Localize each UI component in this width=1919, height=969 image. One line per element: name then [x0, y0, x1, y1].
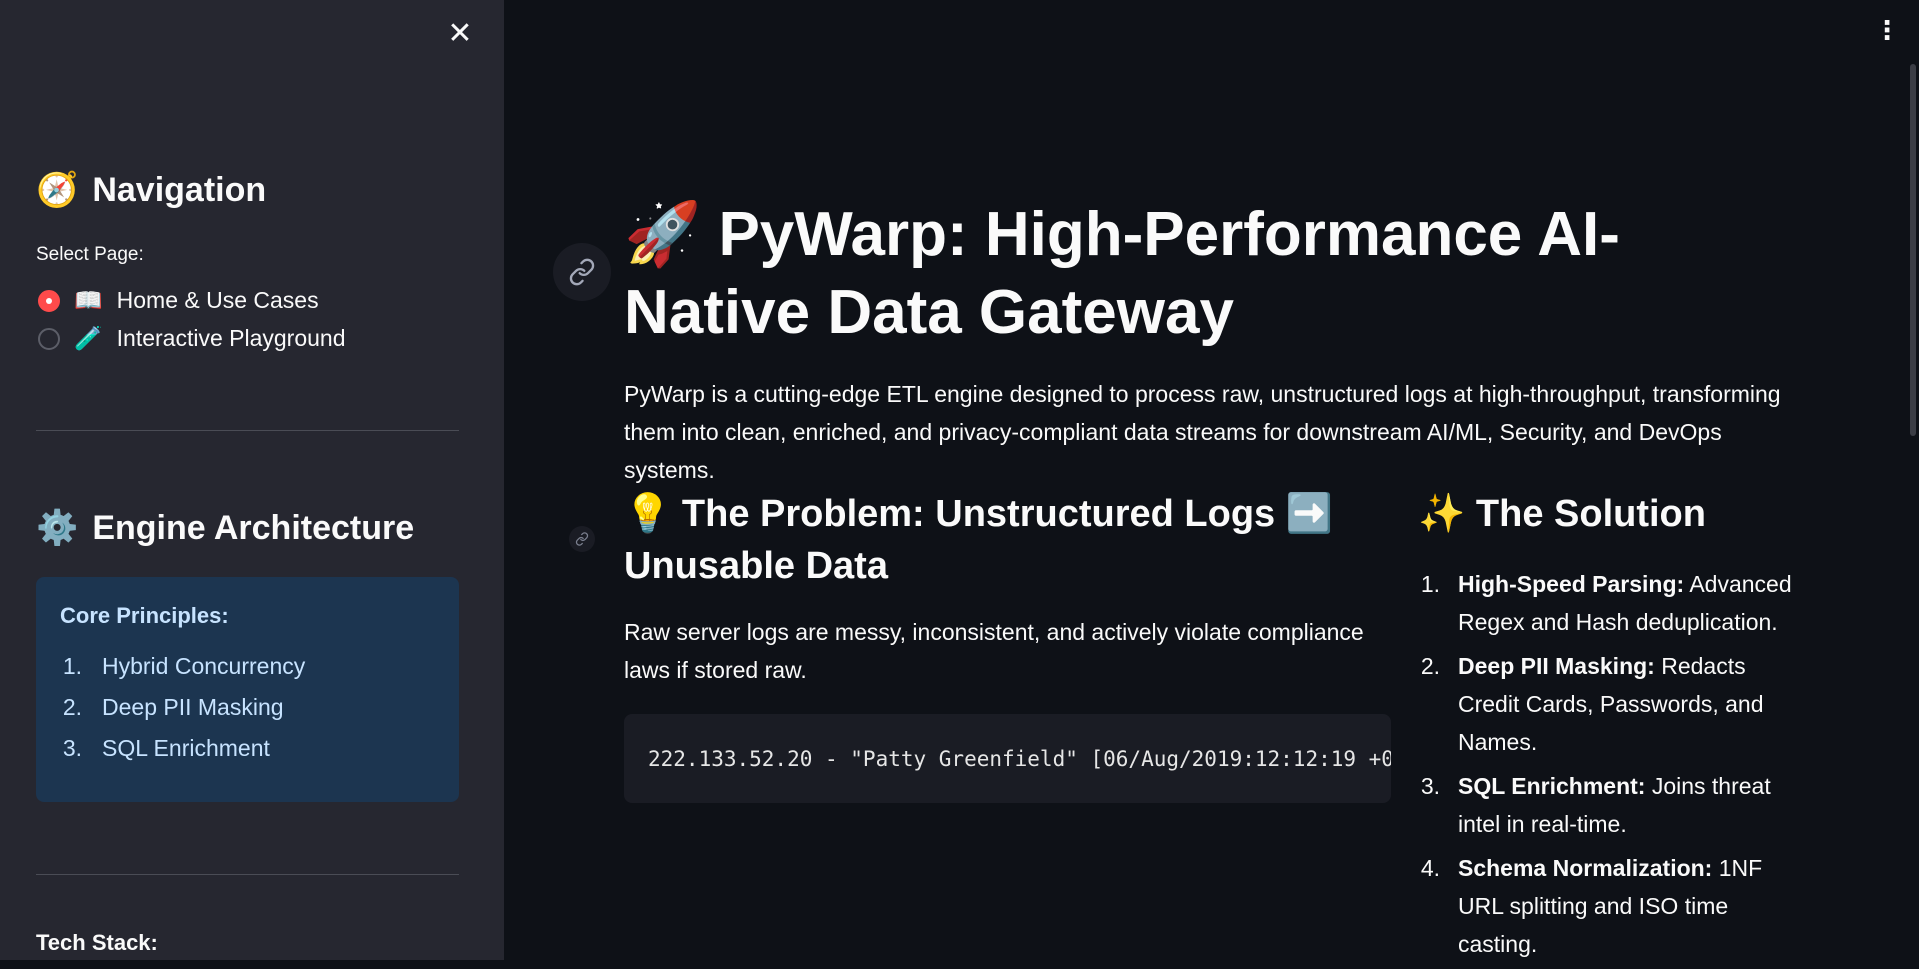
compass-icon: 🧭 — [36, 171, 79, 209]
radio-unselected-icon[interactable] — [38, 327, 60, 350]
list-number: 3. — [62, 735, 82, 761]
list-number: 2. — [1420, 653, 1440, 679]
code-text: 222.133.52.20 - "Patty Greenfield" [06/A… — [648, 746, 1391, 771]
core-principles-box: Core Principles: 1. Hybrid Concurrency 2… — [36, 577, 459, 802]
list-number: 1. — [62, 653, 82, 679]
select-page-label: Select Page: — [36, 244, 144, 265]
list-text: SQL Enrichment — [102, 735, 270, 761]
list-number: 1. — [1420, 571, 1440, 597]
list-item: 4. Schema Normalization: 1NF URL splitti… — [1418, 849, 1798, 963]
link-icon — [569, 258, 595, 286]
sidebar-divider — [36, 874, 459, 875]
rocket-icon: 🚀 — [624, 200, 702, 269]
solution-heading-text: The Solution — [1475, 493, 1706, 535]
navigation-heading: 🧭 Navigation — [36, 170, 266, 210]
list-number: 2. — [62, 694, 82, 720]
book-icon: 📖 — [74, 287, 103, 313]
gear-icon: ⚙️ — [36, 509, 79, 547]
problem-heading: 💡 The Problem: Unstructured Logs ➡️ Unus… — [624, 488, 1394, 592]
title-anchor-link[interactable] — [553, 243, 611, 301]
list-bold: High-Speed Parsing: — [1458, 571, 1685, 597]
sidebar: ✕ 🧭 Navigation Select Page: 📖 Home & Use… — [0, 0, 504, 960]
page-title: 🚀 PyWarp: High-Performance AI- Native Da… — [624, 196, 1774, 352]
title-line-1: PyWarp: High-Performance AI- — [718, 200, 1620, 269]
principles-list: 1. Hybrid Concurrency 2. Deep PII Maskin… — [60, 653, 435, 776]
solution-list: 1. High-Speed Parsing: Advanced Regex an… — [1418, 565, 1798, 969]
radio-option-home[interactable]: 📖 Home & Use Cases — [38, 287, 319, 314]
close-icon: ✕ — [447, 17, 473, 50]
list-item: 2. Deep PII Masking — [60, 694, 435, 735]
link-icon — [575, 532, 589, 546]
radio-option-label: Interactive Playground — [116, 325, 346, 351]
list-item: 2. Deep PII Masking: Redacts Credit Card… — [1418, 647, 1798, 761]
list-number: 4. — [1420, 855, 1440, 881]
list-text: Deep PII Masking: Redacts Credit Cards, … — [1458, 647, 1798, 761]
main-menu-button[interactable]: ⋮ — [1874, 17, 1900, 43]
tech-stack-label: Tech Stack: — [36, 930, 158, 955]
list-bold: Deep PII Masking: — [1458, 653, 1655, 679]
close-sidebar-button[interactable]: ✕ — [446, 17, 474, 50]
radio-option-playground[interactable]: 🧪 Interactive Playground — [38, 325, 346, 352]
list-number: 3. — [1420, 773, 1440, 799]
test-tube-icon: 🧪 — [74, 325, 103, 351]
list-item: 1. Hybrid Concurrency — [60, 653, 435, 694]
problem-anchor-link[interactable] — [569, 526, 595, 552]
list-text: Schema Normalization: 1NF URL splitting … — [1458, 849, 1798, 963]
engine-architecture-heading-text: Engine Architecture — [92, 508, 415, 547]
list-text: High-Speed Parsing: Advanced Regex and H… — [1458, 565, 1798, 641]
arrow-right-icon: ➡️ — [1285, 493, 1334, 535]
list-bold: SQL Enrichment: — [1458, 773, 1646, 799]
title-line-2: Native Data Gateway — [624, 278, 1234, 347]
code-block[interactable]: 222.133.52.20 - "Patty Greenfield" [06/A… — [624, 714, 1391, 803]
sparkles-icon: ✨ — [1418, 493, 1466, 535]
list-item: 3. SQL Enrichment — [60, 735, 435, 776]
radio-option-label: Home & Use Cases — [116, 287, 319, 313]
list-item: 1. High-Speed Parsing: Advanced Regex an… — [1418, 565, 1798, 641]
kebab-menu-icon: ⋮ — [1874, 15, 1900, 45]
problem-heading-line-1: The Problem: Unstructured Logs — [681, 493, 1276, 535]
intro-paragraph: PyWarp is a cutting-edge ETL engine desi… — [624, 381, 1781, 483]
navigation-heading-text: Navigation — [92, 170, 267, 209]
scrollbar[interactable] — [1910, 64, 1916, 436]
lightbulb-icon: 💡 — [624, 493, 672, 535]
core-principles-title: Core Principles: — [60, 603, 229, 628]
solution-heading: ✨ The Solution — [1418, 488, 1798, 540]
list-item: 3. SQL Enrichment: Joins threat intel in… — [1418, 767, 1798, 843]
list-text: SQL Enrichment: Joins threat intel in re… — [1458, 767, 1798, 843]
problem-heading-line-2: Unusable Data — [624, 545, 888, 587]
radio-selected-icon[interactable] — [38, 289, 60, 312]
list-bold: Schema Normalization: — [1458, 855, 1713, 881]
problem-paragraph: Raw server logs are messy, inconsistent,… — [624, 619, 1364, 683]
list-text: Deep PII Masking — [102, 694, 284, 720]
sidebar-divider — [36, 430, 459, 431]
engine-architecture-heading: ⚙️ Engine Architecture — [36, 508, 414, 548]
list-text: Hybrid Concurrency — [102, 653, 306, 679]
